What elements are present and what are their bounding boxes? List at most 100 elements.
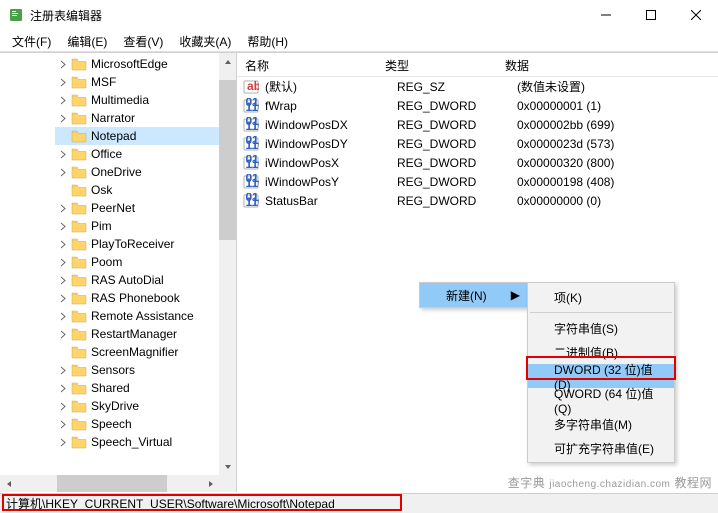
tree-item[interactable]: Office [55,145,236,163]
binary-value-icon: 011110 [243,117,259,133]
expand-icon[interactable] [57,58,69,70]
scroll-thumb[interactable] [219,80,236,240]
tree-item[interactable]: Sensors [55,361,236,379]
submenu-item[interactable]: 多字符串值(M) [528,412,674,436]
expand-icon[interactable] [57,166,69,178]
tree-item[interactable]: RAS AutoDial [55,271,236,289]
expand-icon[interactable] [57,346,69,358]
tree-item[interactable]: MicrosoftEdge [55,55,236,73]
list-row[interactable]: 011110iWindowPosDYREG_DWORD0x0000023d (5… [237,134,718,153]
tree-item[interactable]: SkyDrive [55,397,236,415]
menu-view[interactable]: 查看(V) [115,30,171,51]
tree-item[interactable]: Multimedia [55,91,236,109]
expand-icon[interactable] [57,256,69,268]
submenu-item[interactable]: 字符串值(S) [528,316,674,340]
scroll-track[interactable] [219,70,236,458]
tree-item-label: Office [91,147,122,161]
cell-type: REG_DWORD [395,99,515,113]
tree-item[interactable]: Remote Assistance [55,307,236,325]
tree-item[interactable]: Speech [55,415,236,433]
tree-item-label: PeerNet [91,201,135,215]
minimize-button[interactable] [583,0,628,30]
expand-icon[interactable] [57,202,69,214]
menu-edit[interactable]: 编辑(E) [59,30,115,51]
submenu-item[interactable]: QWORD (64 位)值(Q) [528,388,674,412]
scroll-left-icon[interactable] [0,475,17,492]
cell-type: REG_DWORD [395,118,515,132]
tree-item[interactable]: Osk [55,181,236,199]
scroll-down-icon[interactable] [219,458,236,475]
expand-icon[interactable] [57,76,69,88]
column-name[interactable]: 名称 [237,53,377,76]
tree-item[interactable]: Notepad [55,127,236,145]
tree-item-label: Narrator [91,111,135,125]
tree-item-label: RestartManager [91,327,177,341]
tree-scrollbar-horizontal[interactable] [0,475,219,492]
folder-icon [71,111,87,125]
scroll-up-icon[interactable] [219,53,236,70]
tree-item[interactable]: Pim [55,217,236,235]
expand-icon[interactable] [57,112,69,124]
statusbar: 计算机\HKEY_CURRENT_USER\Software\Microsoft… [0,493,718,513]
expand-icon[interactable] [57,292,69,304]
expand-icon[interactable] [57,184,69,196]
folder-icon [71,345,87,359]
scroll-right-icon[interactable] [202,475,219,492]
tree-item[interactable]: Speech_Virtual [55,433,236,451]
close-button[interactable] [673,0,718,30]
list-body[interactable]: ab(默认)REG_SZ(数值未设置)011110fWrapREG_DWORD0… [237,77,718,210]
binary-value-icon: 011110 [243,98,259,114]
folder-icon [71,93,87,107]
window-controls [583,0,718,30]
folder-icon [71,273,87,287]
expand-icon[interactable] [57,148,69,160]
expand-icon[interactable] [57,364,69,376]
submenu-item[interactable]: 可扩充字符串值(E) [528,436,674,460]
tree-item[interactable]: Poom [55,253,236,271]
list-row[interactable]: 011110iWindowPosXREG_DWORD0x00000320 (80… [237,153,718,172]
list-row[interactable]: 011110iWindowPosDXREG_DWORD0x000002bb (6… [237,115,718,134]
tree-item[interactable]: MSF [55,73,236,91]
expand-icon[interactable] [57,238,69,250]
expand-icon[interactable] [57,436,69,448]
string-value-icon: ab [243,79,259,95]
list-row[interactable]: 011110fWrapREG_DWORD0x00000001 (1) [237,96,718,115]
menubar: 文件(F) 编辑(E) 查看(V) 收藏夹(A) 帮助(H) [0,30,718,52]
tree-item[interactable]: ScreenMagnifier [55,343,236,361]
tree-item[interactable]: Shared [55,379,236,397]
scroll-track[interactable] [17,475,202,492]
expand-icon[interactable] [57,310,69,322]
tree-item[interactable]: PlayToReceiver [55,235,236,253]
tree-item[interactable]: OneDrive [55,163,236,181]
expand-icon[interactable] [57,130,69,142]
expand-icon[interactable] [57,400,69,412]
tree-item[interactable]: RAS Phonebook [55,289,236,307]
submenu-item[interactable]: 项(K) [528,285,674,309]
scroll-thumb[interactable] [57,475,167,492]
tree-scrollbar-vertical[interactable] [219,53,236,475]
context-item-new[interactable]: 新建(N) ▶ [420,283,528,307]
menu-file[interactable]: 文件(F) [4,30,59,51]
folder-icon [71,327,87,341]
list-row[interactable]: 011110iWindowPosYREG_DWORD0x00000198 (40… [237,172,718,191]
column-type[interactable]: 类型 [377,53,497,76]
maximize-button[interactable] [628,0,673,30]
expand-icon[interactable] [57,418,69,430]
tree-item[interactable]: RestartManager [55,325,236,343]
column-data[interactable]: 数据 [497,53,718,76]
svg-text:110: 110 [246,119,260,133]
tree-item[interactable]: Narrator [55,109,236,127]
expand-icon[interactable] [57,94,69,106]
expand-icon[interactable] [57,274,69,286]
tree-item-label: Pim [91,219,112,233]
expand-icon[interactable] [57,220,69,232]
expand-icon[interactable] [57,382,69,394]
tree-item[interactable]: PeerNet [55,199,236,217]
list-row[interactable]: ab(默认)REG_SZ(数值未设置) [237,77,718,96]
tree[interactable]: MicrosoftEdgeMSFMultimedia Narrator Notepa… [0,53,236,453]
expand-icon[interactable] [57,328,69,340]
menu-help[interactable]: 帮助(H) [239,30,296,51]
menu-favorites[interactable]: 收藏夹(A) [171,30,239,51]
tree-item-label: OneDrive [91,165,142,179]
list-row[interactable]: 011110StatusBarREG_DWORD0x00000000 (0) [237,191,718,210]
